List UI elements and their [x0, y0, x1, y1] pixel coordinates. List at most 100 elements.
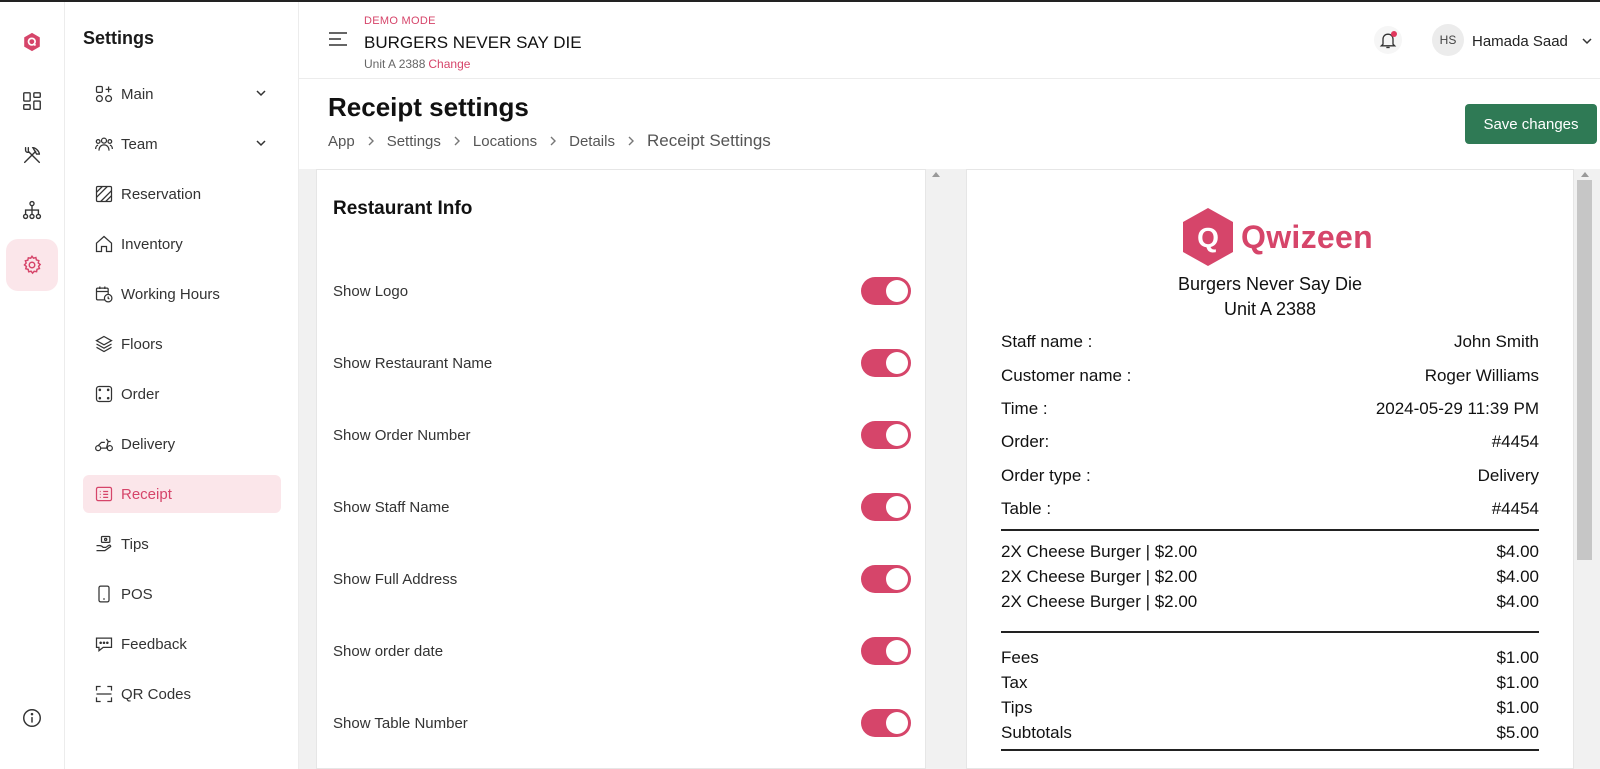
item-label: 2X Cheese Burger | $2.00 [1001, 542, 1198, 561]
info-value: 2024-05-29 11:39 PM [1375, 399, 1539, 418]
scroll-up-arrow-icon[interactable] [932, 172, 940, 177]
sidebar-item-label: POS [121, 585, 153, 603]
info-value: #4454 [1491, 499, 1539, 518]
toggle-knob [886, 640, 908, 662]
reservation-icon [93, 183, 115, 205]
sidebar-item-working-hours[interactable]: Working Hours [83, 275, 281, 313]
total-label: Tips [1001, 698, 1033, 717]
qwizeen-logo: Q Qwizeen [1179, 206, 1373, 268]
icon-rail [0, 2, 65, 769]
restaurant-name: BURGERS NEVER SAY DIE [364, 33, 582, 52]
toggle-label: Show Logo [333, 282, 409, 300]
toggle-row-show-restaurant-name: Show Restaurant Name [333, 348, 911, 378]
qr-scan-icon [93, 683, 115, 705]
sidebar-item-label: Inventory [121, 235, 183, 253]
chevron-right-icon [548, 135, 558, 147]
toggle-knob [886, 280, 908, 302]
show-order-number-toggle[interactable] [861, 421, 911, 449]
receipt-total-row: Fees $1.00 [1001, 648, 1539, 668]
toggle-label: Show Table Number [333, 714, 468, 732]
info-value: Delivery [1477, 466, 1539, 485]
chevron-down-icon[interactable] [1581, 35, 1593, 47]
breadcrumb-app[interactable]: App [328, 133, 355, 150]
layers-icon [93, 333, 115, 355]
fork-knife-icon[interactable] [6, 129, 58, 181]
toggle-knob [886, 352, 908, 374]
receipt-divider [1001, 749, 1539, 751]
sidebar-item-delivery[interactable]: Delivery [83, 425, 281, 463]
total-value: $1.00 [1496, 673, 1539, 692]
settings-sidebar: Settings Main Team Reservation Inventory… [65, 2, 299, 769]
total-value: $1.00 [1496, 648, 1539, 667]
sidebar-item-label: Receipt [121, 485, 172, 503]
demo-mode-label: DEMO MODE [364, 15, 436, 27]
receipt-divider [1001, 529, 1539, 531]
tips-hand-icon [93, 533, 115, 555]
dashboard-icon[interactable] [6, 75, 58, 127]
sidebar-item-receipt[interactable]: Receipt [83, 475, 281, 513]
toggle-knob [886, 712, 908, 734]
scroll-up-arrow-icon[interactable] [1581, 172, 1589, 177]
show-staff-name-toggle[interactable] [861, 493, 911, 521]
sidebar-item-label: Team [121, 135, 158, 153]
total-label: Tax [1001, 673, 1028, 692]
home-icon [93, 233, 115, 255]
show-full-address-toggle[interactable] [861, 565, 911, 593]
card-title: Restaurant Info [333, 198, 473, 219]
sidebar-item-label: Delivery [121, 435, 176, 453]
sidebar-item-feedback[interactable]: Feedback [83, 625, 281, 663]
sidebar-item-qr-codes[interactable]: QR Codes [83, 675, 281, 713]
sidebar-item-main[interactable]: Main [83, 75, 281, 113]
mobile-icon [93, 583, 115, 605]
receipt-unit: Unit A 2388 [1223, 299, 1317, 319]
breadcrumb-details[interactable]: Details [569, 133, 615, 150]
sidebar-item-team[interactable]: Team [83, 125, 281, 163]
save-changes-button[interactable]: Save changes [1465, 104, 1597, 144]
show-logo-toggle[interactable] [861, 277, 911, 305]
scooter-icon [93, 433, 115, 455]
settings-gear-icon[interactable] [6, 239, 58, 291]
change-location-link[interactable]: Change [428, 57, 470, 71]
receipt-scrollbar-thumb[interactable] [1577, 180, 1592, 560]
avatar[interactable]: HS [1432, 24, 1464, 56]
item-value: $4.00 [1496, 567, 1539, 586]
info-icon[interactable] [6, 692, 58, 744]
info-label: Time : [1001, 399, 1048, 418]
show-table-number-toggle[interactable] [861, 709, 911, 737]
menu-hamburger-icon[interactable] [327, 30, 349, 48]
notifications-button[interactable] [1374, 26, 1402, 54]
toggle-label: Show Full Address [333, 570, 458, 588]
hierarchy-icon[interactable] [6, 184, 58, 236]
toggle-row-show-order-date: Show order date [333, 636, 911, 666]
info-label: Order type : [1001, 466, 1091, 485]
show-order-date-toggle[interactable] [861, 637, 911, 665]
chevron-right-icon [366, 135, 376, 147]
sidebar-item-label: Reservation [121, 185, 202, 203]
sidebar-item-tips[interactable]: Tips [83, 525, 281, 563]
top-header: DEMO MODE BURGERS NEVER SAY DIE Unit A 2… [299, 2, 1600, 79]
sidebar-title: Settings [83, 28, 155, 48]
breadcrumb-settings[interactable]: Settings [387, 133, 441, 150]
show-restaurant-name-toggle[interactable] [861, 349, 911, 377]
receipt-divider [1001, 631, 1539, 633]
feedback-icon [93, 633, 115, 655]
receipt-total-row: Tax $1.00 [1001, 673, 1539, 693]
sidebar-item-floors[interactable]: Floors [83, 325, 281, 363]
sidebar-item-order[interactable]: Order [83, 375, 281, 413]
user-name[interactable]: Hamada Saad [1472, 33, 1568, 50]
sidebar-item-label: Main [121, 85, 154, 103]
sidebar-item-reservation[interactable]: Reservation [83, 175, 281, 213]
info-value: John Smith [1453, 332, 1539, 351]
total-value: $1.00 [1496, 698, 1539, 717]
sidebar-item-inventory[interactable]: Inventory [83, 225, 281, 263]
restaurant-info-card: Restaurant Info Show Logo Show Restauran… [316, 169, 926, 769]
receipt-item-row: 2X Cheese Burger | $2.00 $4.00 [1001, 542, 1539, 562]
app-logo-icon[interactable] [6, 16, 58, 68]
chevron-down-icon [256, 140, 266, 147]
team-icon [93, 133, 115, 155]
total-value: $5.00 [1496, 723, 1539, 742]
sidebar-item-pos[interactable]: POS [83, 575, 281, 613]
settings-scrollbar[interactable] [926, 169, 944, 769]
toggle-label: Show Staff Name [333, 498, 450, 516]
breadcrumb-locations[interactable]: Locations [473, 133, 537, 150]
